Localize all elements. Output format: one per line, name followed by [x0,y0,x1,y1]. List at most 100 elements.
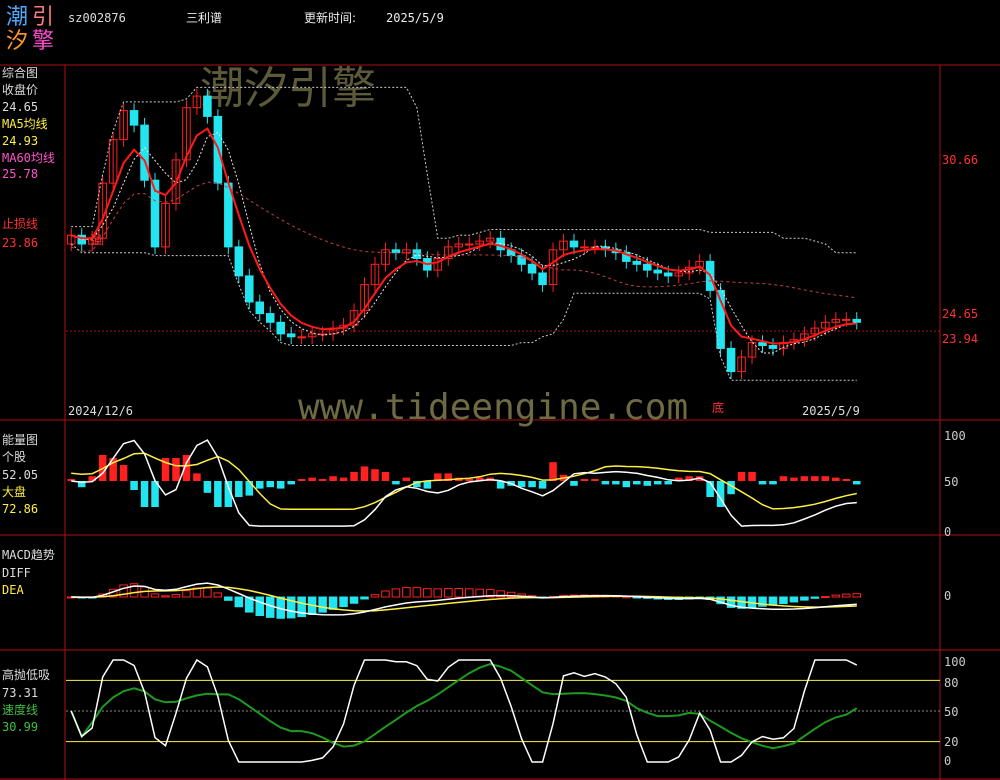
energy-bar [276,481,285,489]
ma60-line [70,127,857,345]
date-start: 2024/12/6 [68,404,134,418]
energy-bar [130,481,138,490]
brand-logo: 潮 引 汐 擎 [4,4,56,56]
macd-bar [203,587,212,598]
macd-bar [789,596,799,603]
energy-bar [287,481,295,485]
energy-bar [308,477,316,481]
macd-bar [339,596,348,608]
macd-bar [831,594,841,598]
osc-value: 73.31 [2,686,39,700]
energy-bar [402,477,411,481]
candle-body [726,347,736,373]
macd-bar [224,596,233,601]
macd-bar [234,596,244,608]
long-ma-line [71,181,857,299]
macd-bar [842,593,851,598]
energy-bar [737,472,746,481]
macd-bar [318,596,327,613]
candle-body [758,342,767,347]
energy-bar [119,465,128,481]
macd-bar [423,588,432,598]
logo-char: 潮 [6,5,29,30]
logo-char: 引 [32,5,55,30]
energy-bar [360,466,369,481]
energy-bar [852,481,861,485]
candle-body [286,333,296,338]
stop-label: 止损线 [2,217,39,231]
energy-tick: 100 [944,429,966,443]
macd-dea-label: DEA [2,583,24,597]
energy-bar [769,481,777,485]
energy-bar [811,476,819,481]
energy-bar [612,481,620,485]
energy-bar [371,469,379,481]
energy-bar [601,481,610,485]
energy-bar [821,476,830,481]
osc-tick: 20 [944,735,959,749]
energy-bar [465,479,474,481]
energy-bar [622,481,631,488]
energy-bar [517,481,526,488]
energy-bar [528,481,536,488]
candle-body [297,336,306,339]
candle-body [580,246,589,249]
macd-bar [255,596,265,617]
energy-bar [832,477,840,481]
ma60-label: MA60均线 [2,151,55,165]
macd-bar [328,596,338,610]
energy-bar [329,476,337,481]
energy-bar [591,479,599,481]
date-end: 2025/5/9 [802,404,860,418]
candle-body [203,95,212,117]
close-value: 24.65 [2,100,39,114]
energy-bar [255,481,264,489]
url-watermark: www.tideengine.com [298,387,688,428]
candle-body [663,272,673,277]
osc-tick: 100 [944,655,966,669]
macd-bar [768,596,778,606]
macd-diff-label: DIFF [2,566,31,580]
energy-bar [235,481,243,497]
macd-bar [444,588,453,598]
update-label: 更新时间: [304,11,357,25]
close-label: 收盘价 [2,83,39,97]
stock-name: 三利谱 [186,11,223,25]
macd-bar [821,596,830,599]
macd-bar [402,587,411,598]
energy-bar [381,472,390,481]
energy-bar [633,481,641,485]
candle-body [852,318,862,323]
macd-bar [391,588,401,598]
energy-bar [664,481,673,485]
energy-stock-label: 个股 [2,450,27,464]
candle-body [643,263,652,271]
main-title: 综合图 [2,66,39,80]
ma60-value: 25.78 [2,167,39,181]
energy-bar [350,472,358,481]
stock-energy-line [71,439,857,527]
energy-bar [643,481,652,486]
ma5-label: MA5均线 [2,117,48,131]
energy-bar [392,481,400,485]
candle-body [129,110,139,126]
macd-bar [349,596,359,604]
candle-body [538,272,547,286]
candle-body [464,243,474,246]
energy-bar [779,476,788,481]
stock-chart: 潮汐引擎 www.tideengine.com [0,63,1000,780]
macd-bar [779,596,788,605]
price-label-high: 30.66 [942,153,979,167]
stock-code: sz002876 [68,11,126,25]
candle-body [245,275,254,303]
macd-bar [213,592,223,598]
price-label-close: 24.65 [942,307,979,321]
energy-bar [570,481,578,486]
lower-band-line [70,243,857,381]
macd-bar [412,587,422,598]
energy-bar [266,481,275,488]
energy-bar [790,477,798,481]
candle-body [140,124,149,181]
candle-body [234,246,244,277]
energy-bar [580,479,589,481]
